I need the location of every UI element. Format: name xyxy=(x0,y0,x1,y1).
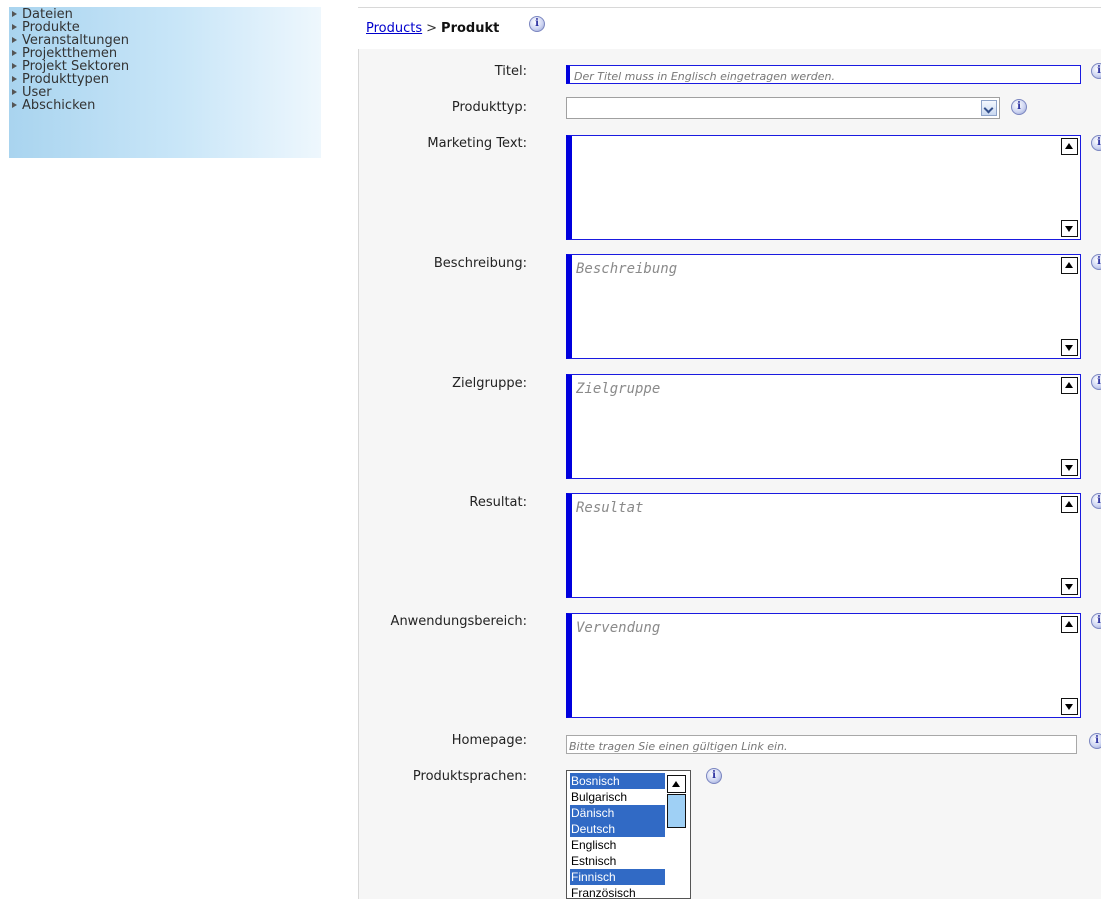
homepage-label: Homepage: xyxy=(451,733,527,748)
titel-label: Titel: xyxy=(494,64,527,79)
breadcrumb-separator: > xyxy=(426,21,438,36)
sidebar-item-produkttypen[interactable]: Produkttypen xyxy=(10,73,321,86)
scroll-up-icon[interactable] xyxy=(667,775,686,793)
resultat-textarea[interactable]: Resultat xyxy=(566,493,1081,598)
breadcrumb-link-products[interactable]: Products xyxy=(366,21,422,36)
info-icon[interactable]: i xyxy=(1091,254,1101,270)
produktsprachen-label: Produktsprachen: xyxy=(412,769,527,784)
info-icon[interactable]: i xyxy=(1091,63,1101,79)
language-option[interactable]: Dänisch xyxy=(570,805,665,821)
anwendungsbereich-label: Anwendungsbereich: xyxy=(390,614,527,629)
scroll-up-icon[interactable] xyxy=(1061,496,1078,513)
info-icon[interactable]: i xyxy=(1089,733,1101,749)
top-divider xyxy=(358,7,1101,8)
language-option[interactable]: Bulgarisch xyxy=(570,789,665,805)
triangle-right-icon xyxy=(12,76,17,82)
language-option[interactable]: Bosnisch xyxy=(570,773,665,789)
triangle-right-icon xyxy=(12,102,17,108)
sidebar-item-abschicken[interactable]: Abschicken xyxy=(10,99,321,112)
triangle-right-icon xyxy=(12,89,17,95)
listbox-scrollbar[interactable] xyxy=(667,775,686,828)
info-icon[interactable]: i xyxy=(1091,613,1101,629)
info-icon[interactable]: i xyxy=(529,16,545,32)
scroll-up-icon[interactable] xyxy=(1061,616,1078,633)
scroll-up-icon[interactable] xyxy=(1061,257,1078,274)
triangle-right-icon xyxy=(12,50,17,56)
sidebar-nav: Dateien Produkte Veranstaltungen Projekt… xyxy=(9,7,321,158)
language-option[interactable]: Französisch xyxy=(570,885,665,898)
scrollbar-thumb[interactable] xyxy=(667,794,686,828)
scroll-up-icon[interactable] xyxy=(1061,377,1078,394)
language-option[interactable]: Englisch xyxy=(570,837,665,853)
info-icon[interactable]: i xyxy=(1091,374,1101,390)
zielgruppe-label: Zielgruppe: xyxy=(452,376,527,391)
sidebar-item-label: Abschicken xyxy=(22,98,96,113)
produkttyp-label: Produkttyp: xyxy=(451,100,527,115)
beschreibung-placeholder: Beschreibung xyxy=(576,261,678,277)
info-icon[interactable]: i xyxy=(1011,99,1027,115)
anwendungsbereich-placeholder: Vervendung xyxy=(576,620,661,636)
scroll-down-icon[interactable] xyxy=(1061,459,1078,476)
anwendungsbereich-textarea[interactable]: Vervendung xyxy=(566,613,1081,718)
marketing-text-textarea[interactable] xyxy=(566,135,1081,240)
language-option[interactable]: Estnisch xyxy=(570,853,665,869)
language-option[interactable]: Deutsch xyxy=(570,821,665,837)
language-option[interactable]: Finnisch xyxy=(570,869,665,885)
scroll-down-icon[interactable] xyxy=(1061,339,1078,356)
beschreibung-label: Beschreibung: xyxy=(433,256,527,271)
homepage-input[interactable]: Bitte tragen Sie einen gültigen Link ein… xyxy=(566,735,1077,754)
page-title: Produkt xyxy=(441,21,500,36)
sidebar-menu: Dateien Produkte Veranstaltungen Projekt… xyxy=(9,7,321,112)
breadcrumb: Products > Produkt xyxy=(366,21,499,36)
resultat-label: Resultat: xyxy=(469,495,527,510)
triangle-right-icon xyxy=(12,11,17,17)
scroll-up-icon[interactable] xyxy=(1061,138,1078,155)
zielgruppe-textarea[interactable]: Zielgruppe xyxy=(566,374,1081,479)
info-icon[interactable]: i xyxy=(706,768,722,784)
marketing-text-label: Marketing Text: xyxy=(427,136,527,151)
info-icon[interactable]: i xyxy=(1091,135,1101,151)
produktsprachen-listbox[interactable]: Bosnisch Bulgarisch Dänisch Deutsch Engl… xyxy=(566,770,691,899)
triangle-right-icon xyxy=(12,63,17,69)
beschreibung-textarea[interactable]: Beschreibung xyxy=(566,254,1081,359)
triangle-right-icon xyxy=(12,37,17,43)
scroll-down-icon[interactable] xyxy=(1061,698,1078,715)
chevron-down-icon[interactable] xyxy=(981,100,997,116)
titel-input[interactable]: Der Titel muss in Englisch eingetragen w… xyxy=(566,65,1081,84)
info-icon[interactable]: i xyxy=(1091,493,1101,509)
resultat-placeholder: Resultat xyxy=(576,500,644,516)
scroll-down-icon[interactable] xyxy=(1061,578,1078,595)
scroll-down-icon[interactable] xyxy=(1061,220,1078,237)
triangle-right-icon xyxy=(12,24,17,30)
zielgruppe-placeholder: Zielgruppe xyxy=(576,381,661,397)
produkttyp-select[interactable] xyxy=(566,97,1000,119)
